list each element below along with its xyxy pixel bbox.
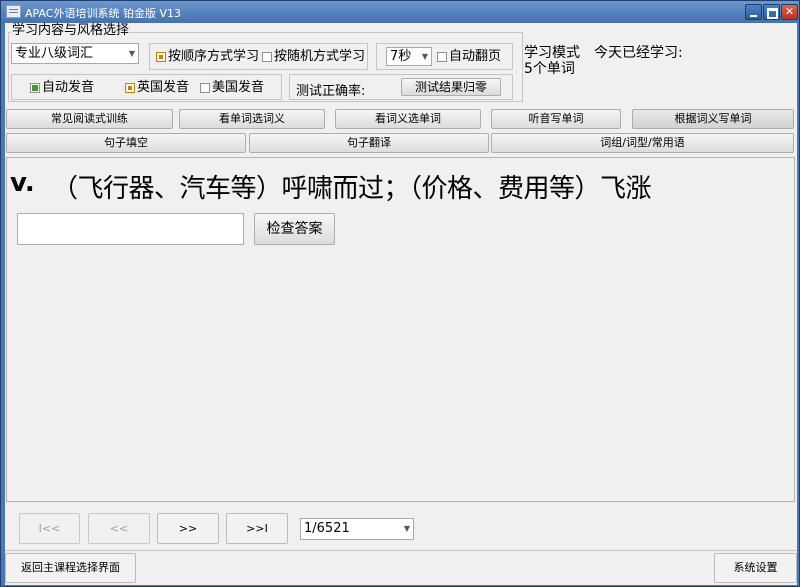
close-button[interactable]: ✕	[781, 4, 798, 20]
chevron-down-icon: ▼	[421, 52, 428, 61]
chevron-down-icon: ▼	[403, 524, 410, 533]
app-icon	[6, 5, 21, 18]
auto-flip-checkbox-label: 自动翻页	[449, 49, 502, 64]
auto-pron-checkbox-label: 自动发音	[42, 80, 95, 95]
question-area	[6, 157, 795, 502]
page-select-value: 1/6521	[304, 521, 350, 536]
maximize-button[interactable]	[763, 4, 780, 20]
order-checkbox[interactable]: 按顺序方式学习	[156, 49, 259, 65]
app-window: APAC外语培训系统 铂金版 V13 ✕ 学习内容与风格选择 专业八级词汇 ▼ …	[0, 0, 800, 587]
mode-phrases-button[interactable]: 词组/词型/常用语	[491, 133, 794, 153]
auto-flip-checkbox[interactable]: 自动翻页	[437, 49, 501, 65]
accuracy-label: 测试正确率:	[296, 84, 366, 99]
prev-page-button[interactable]: <<	[88, 513, 150, 544]
system-settings-button[interactable]: 系统设置	[714, 553, 797, 583]
auto-flip-checkbox-box	[437, 52, 447, 62]
american-checkbox[interactable]: 美国发音	[200, 80, 264, 96]
footer-divider	[5, 550, 797, 551]
british-checkbox-box	[125, 83, 135, 93]
order-checkbox-label: 按顺序方式学习	[168, 49, 260, 64]
client-area: 学习内容与风格选择 专业八级词汇 ▼ 按顺序方式学习 按随机方式学习 7秒 ▼ …	[5, 23, 797, 585]
random-checkbox-box	[262, 52, 272, 62]
answer-input[interactable]	[17, 213, 244, 245]
mode-dictation-button[interactable]: 听音写单词	[491, 109, 621, 129]
random-checkbox[interactable]: 按随机方式学习	[262, 49, 365, 65]
vocab-select-value: 专业八级词汇	[15, 46, 94, 61]
mode-reading-button[interactable]: 常见阅读式训练	[6, 109, 173, 129]
vocab-select[interactable]: 专业八级词汇 ▼	[11, 43, 139, 64]
interval-select-value: 7秒	[390, 49, 412, 64]
order-checkbox-box	[156, 52, 166, 62]
british-checkbox-label: 英国发音	[137, 80, 190, 95]
settings-group-label: 学习内容与风格选择	[11, 23, 131, 38]
auto-pron-checkbox-box	[30, 83, 40, 93]
american-checkbox-label: 美国发音	[212, 80, 265, 95]
title-bar[interactable]: APAC外语培训系统 铂金版 V13 ✕	[1, 1, 799, 23]
first-page-button[interactable]: I<<	[19, 513, 80, 544]
minimize-button[interactable]	[745, 4, 762, 20]
mode-sentence-fill-button[interactable]: 句子填空	[6, 133, 246, 153]
auto-pron-checkbox[interactable]: 自动发音	[30, 80, 94, 96]
random-checkbox-label: 按随机方式学习	[274, 49, 366, 64]
chevron-down-icon: ▼	[128, 49, 135, 58]
mode-word-to-meaning-button[interactable]: 看单词选词义	[179, 109, 325, 129]
british-checkbox[interactable]: 英国发音	[125, 80, 189, 96]
last-page-button[interactable]: >>I	[226, 513, 288, 544]
window-title: APAC外语培训系统 铂金版 V13	[25, 7, 181, 20]
back-to-main-button[interactable]: 返回主课程选择界面	[5, 553, 136, 583]
page-select[interactable]: 1/6521 ▼	[300, 518, 414, 540]
reset-results-button[interactable]: 测试结果归零	[401, 78, 501, 96]
mode-sentence-translate-button[interactable]: 句子翻译	[249, 133, 489, 153]
interval-select[interactable]: 7秒 ▼	[386, 47, 432, 66]
part-of-speech: v.	[10, 168, 35, 198]
today-learned-label: 今天已经学习:	[594, 45, 683, 61]
definition-text: （飞行器、汽车等）呼啸而过；（价格、费用等）飞涨	[52, 174, 652, 204]
today-learned-count: 5个单词	[524, 61, 575, 77]
mode-meaning-to-word-button[interactable]: 看词义选单词	[335, 109, 481, 129]
mode-write-from-meaning-button[interactable]: 根据词义写单词	[632, 109, 794, 129]
next-page-button[interactable]: >>	[157, 513, 219, 544]
american-checkbox-box	[200, 83, 210, 93]
check-answer-button[interactable]: 检查答案	[254, 213, 335, 245]
